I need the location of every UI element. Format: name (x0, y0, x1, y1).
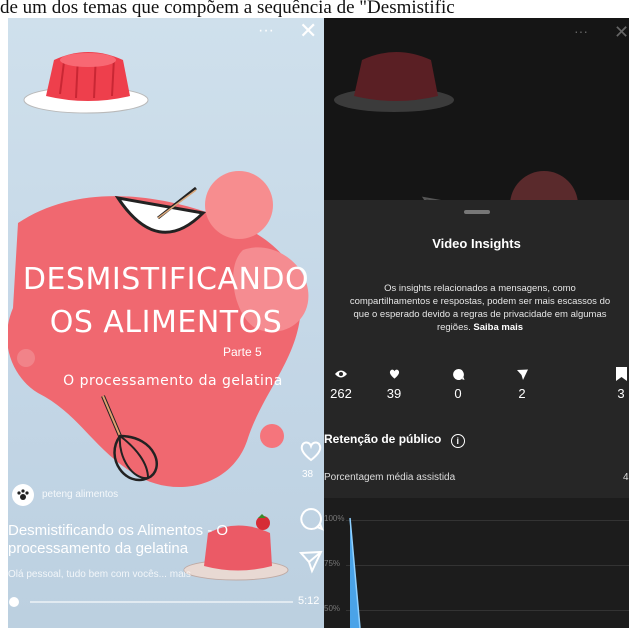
learn-more-link[interactable]: Saiba mais (473, 322, 523, 333)
avatar[interactable] (12, 484, 34, 506)
insights-title: Video Insights (432, 236, 521, 251)
reel-title-line2: OS ALIMENTOS (49, 305, 283, 340)
pink-dot-tiny (17, 349, 35, 367)
svg-text:···: ··· (574, 23, 588, 39)
like-count: 38 (302, 469, 314, 480)
reel-part: Parte 5 (223, 345, 262, 359)
stat-comments: 0 (433, 366, 483, 401)
close-button[interactable]: ✕ (299, 18, 317, 44)
drag-handle[interactable] (464, 210, 490, 214)
stat-shares: 2 (497, 366, 547, 401)
account-name[interactable]: peteng alimentos (42, 489, 118, 500)
stat-saves: 3 (596, 366, 629, 401)
pink-dot (205, 171, 273, 239)
comment-icon[interactable] (298, 506, 324, 532)
stat-likes: 39 (369, 366, 419, 401)
heart-icon[interactable] (298, 438, 324, 464)
share-icon[interactable] (298, 548, 324, 574)
share-icon (516, 369, 528, 380)
paw-icon (17, 489, 29, 500)
svg-text:✕: ✕ (614, 22, 629, 42)
pink-dot-small (260, 424, 284, 448)
stat-comments-value: 0 (454, 386, 462, 401)
stat-likes-value: 39 (386, 386, 402, 401)
more-options-button[interactable]: ··· (258, 22, 274, 40)
dimmed-background: ··· ✕ (334, 22, 629, 200)
reel-title-line1: DESMISTIFICANDO (22, 262, 310, 297)
retention-label: Retenção de público i (324, 432, 465, 448)
stat-views: 262 (324, 366, 366, 401)
background-blob (8, 196, 302, 487)
stat-shares-value: 2 (518, 386, 526, 401)
eye-icon (335, 370, 347, 378)
reel-subtitle: O processamento da gelatina (63, 373, 283, 389)
avg-watched-label: Porcentagem média assistida (324, 472, 456, 483)
progress-thumb (9, 597, 19, 607)
stat-views-value: 262 (330, 386, 352, 401)
reel-viewer: DESMISTIFICANDO OS ALIMENTOS Parte 5 O p… (8, 18, 324, 628)
comment-icon (452, 368, 464, 380)
post-description[interactable]: Olá pessoal, tudo bem com vocês... mais (8, 569, 191, 580)
video-time: 5:12 (298, 595, 320, 607)
avg-watched-value: 4 (623, 472, 629, 483)
stat-saves-value: 3 (617, 386, 625, 401)
post-title-line2: processamento da gelatina (8, 540, 189, 557)
insights-notice: Os insights relacionados a mensagens, co… (346, 282, 614, 334)
retention-line (349, 517, 361, 628)
info-icon[interactable]: i (450, 434, 465, 448)
page-caption: de um dos temas que compõem a sequência … (0, 0, 455, 18)
post-title-line1: Desmistificando os Alimentos - O (8, 522, 229, 539)
insights-screen: ··· ✕ Video Insights Os insights relacio… (324, 18, 629, 628)
bookmark-icon (615, 367, 627, 381)
heart-icon (389, 369, 399, 379)
